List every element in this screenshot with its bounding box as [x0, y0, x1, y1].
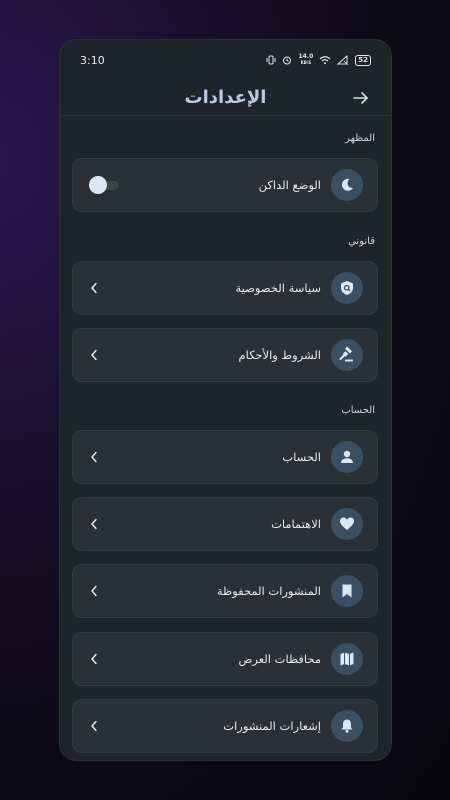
chevron-left-icon — [91, 349, 97, 361]
provinces-row[interactable]: محافظات العرض — [72, 632, 378, 686]
wifi-icon — [319, 56, 331, 65]
terms-label: الشروط والأحكام — [238, 348, 321, 362]
status-time: 3:10 — [80, 53, 105, 67]
terms-content: الشروط والأحكام — [238, 339, 363, 371]
terms-row[interactable]: الشروط والأحكام — [72, 328, 378, 382]
back-arrow-icon[interactable] — [351, 88, 371, 108]
chevron-left-icon — [91, 451, 97, 463]
bell-icon — [341, 719, 353, 733]
chevron-left-icon — [91, 282, 97, 294]
bookmark-icon — [342, 584, 352, 598]
terms-icon-wrap — [331, 339, 363, 371]
person-icon — [341, 450, 353, 463]
privacy-policy-content: سياسة الخصوصية — [235, 272, 363, 304]
post-notifications-icon-wrap — [331, 710, 363, 742]
account-label: الحساب — [282, 450, 321, 464]
dark-mode-content: الوضع الداكن — [259, 169, 363, 201]
privacy-policy-label: سياسة الخصوصية — [235, 281, 321, 295]
interests-row[interactable]: الاهتمامات — [72, 497, 378, 551]
dark-mode-row[interactable]: الوضع الداكن — [72, 158, 378, 212]
chevron-left-icon — [91, 585, 97, 597]
post-notifications-label: إشعارات المنشورات — [223, 719, 321, 733]
privacy-policy-icon-wrap — [331, 272, 363, 304]
app-bar: الإعدادات — [60, 80, 391, 116]
page-title: الإعدادات — [184, 87, 267, 108]
account-row[interactable]: الحساب — [72, 430, 378, 484]
saved-posts-row[interactable]: المنشورات المحفوظة — [72, 564, 378, 618]
section-appearance-title: المظهر — [345, 133, 375, 144]
provinces-label: محافظات العرض — [238, 652, 322, 666]
post-notifications-row[interactable]: إشعارات المنشورات — [72, 699, 378, 753]
saved-posts-label: المنشورات المحفوظة — [216, 584, 321, 598]
moon-icon — [341, 178, 353, 191]
interests-icon-wrap — [331, 508, 363, 540]
dark-mode-icon-wrap — [331, 169, 363, 201]
settings-screen: 3:10 14.0 KB/S 52 الإعدادات المظهر الوضع… — [60, 40, 391, 760]
interests-label: الاهتمامات — [271, 517, 321, 531]
dark-mode-label: الوضع الداكن — [258, 178, 321, 192]
battery-indicator: 52 — [355, 54, 371, 66]
toggle-thumb — [89, 176, 107, 194]
interests-content: الاهتمامات — [271, 508, 363, 540]
map-icon — [340, 652, 354, 666]
provinces-content: محافظات العرض — [238, 643, 363, 675]
vibrate-icon — [266, 55, 276, 65]
saved-posts-content: المنشورات المحفوظة — [217, 575, 363, 607]
signal-x-icon — [337, 55, 349, 65]
post-notifications-content: إشعارات المنشورات — [223, 710, 363, 742]
heart-icon — [340, 517, 354, 530]
account-icon-wrap — [331, 441, 363, 473]
saved-posts-icon-wrap — [331, 575, 363, 607]
provinces-icon-wrap — [331, 643, 363, 675]
account-content: الحساب — [282, 441, 363, 473]
status-icons: 14.0 KB/S 52 — [266, 54, 371, 66]
gavel-icon — [339, 347, 353, 362]
net-speed-unit: KB/S — [300, 60, 312, 65]
section-account-title: الحساب — [341, 405, 375, 416]
chevron-left-icon — [91, 518, 97, 530]
alarm-icon — [283, 56, 292, 65]
dark-mode-toggle[interactable] — [89, 176, 119, 194]
shield-search-icon — [341, 281, 353, 295]
net-speed: 14.0 KB/S — [298, 54, 313, 66]
privacy-policy-row[interactable]: سياسة الخصوصية — [72, 261, 378, 315]
chevron-left-icon — [91, 653, 97, 665]
status-bar: 3:10 14.0 KB/S 52 — [60, 40, 391, 80]
section-legal-title: قانوني — [348, 236, 375, 247]
chevron-left-icon — [91, 720, 97, 732]
